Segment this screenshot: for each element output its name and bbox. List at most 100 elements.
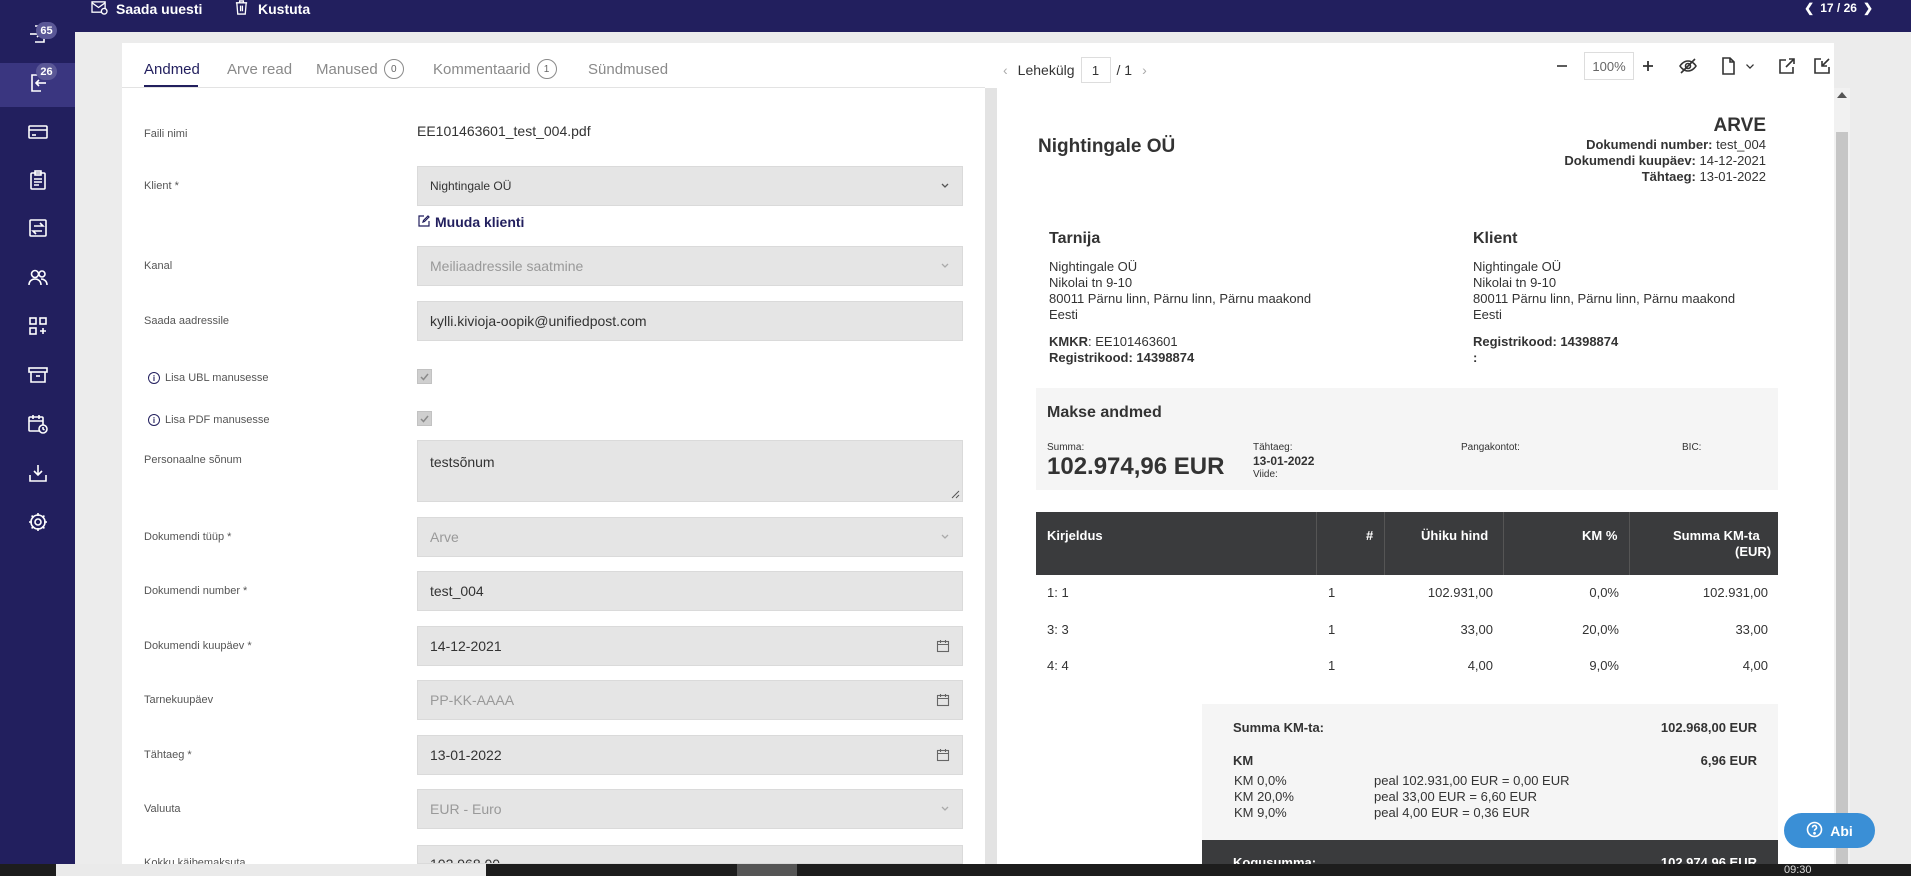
doc-type-select[interactable]: Arve xyxy=(417,517,963,557)
header-quantity: # xyxy=(1366,528,1374,543)
sidebar-item-incoming[interactable]: 65 xyxy=(0,14,75,58)
sidebar-item-exchange[interactable] xyxy=(0,208,75,252)
payment-sum-label: Summa: xyxy=(1047,442,1085,453)
delivery-date-input[interactable]: PP-KK-AAAA xyxy=(417,680,963,720)
info-icon[interactable]: i xyxy=(148,414,160,426)
zoom-level[interactable]: 100% xyxy=(1584,52,1634,80)
add-ubl-text: Lisa UBL manusesse xyxy=(165,372,269,384)
doc-number-input[interactable]: test_004 xyxy=(417,571,963,611)
sidebar-item-archive[interactable] xyxy=(0,355,75,399)
pager-label: 17 / 26 xyxy=(1820,1,1857,15)
channel-value: Meiliaadressile saatmine xyxy=(430,258,584,274)
channel-select[interactable]: Meiliaadressile saatmine xyxy=(417,246,963,286)
client-select[interactable]: Nightingale OÜ xyxy=(417,166,963,206)
supplier-street: Nikolai tn 9-10 xyxy=(1049,275,1133,290)
bank-label: Pangakontot: xyxy=(1461,442,1520,453)
chevron-right-icon[interactable]: ❯ xyxy=(1863,1,1873,15)
items-table-header xyxy=(1036,512,1778,575)
vat-rate: KM 0,0% xyxy=(1234,773,1287,788)
chevron-left-icon[interactable]: ‹ xyxy=(1003,62,1008,78)
incoming-count-badge: 65 xyxy=(36,22,57,39)
personal-message-value: testsõnum xyxy=(430,454,495,470)
zoom-in-icon[interactable] xyxy=(1637,55,1659,77)
document-icon[interactable] xyxy=(1717,55,1739,77)
chevron-down-icon[interactable] xyxy=(1743,55,1757,77)
tab-kommentaarid[interactable]: Kommentaarid 1 xyxy=(433,59,557,79)
total-excl-input[interactable]: 102.968,00 xyxy=(417,845,963,864)
sidebar-item-outgoing[interactable]: 26 xyxy=(0,63,75,107)
info-icon[interactable]: i xyxy=(148,372,160,384)
calendar-icon[interactable] xyxy=(936,639,950,653)
collapse-preview-icon[interactable] xyxy=(1811,55,1833,77)
vat-rate: KM 20,0% xyxy=(1234,789,1294,804)
add-ubl-checkbox[interactable] xyxy=(417,369,432,384)
sidebar-item-contacts[interactable] xyxy=(0,257,75,301)
row-description: 1: 1 xyxy=(1047,585,1069,600)
send-to-input[interactable]: kylli.kivioja-oopik@unifiedpost.com xyxy=(417,301,963,341)
doc-type-label: Dokumendi tüüp * xyxy=(144,531,232,543)
client-title: Klient xyxy=(1473,230,1518,247)
tab-manused[interactable]: Manused 0 xyxy=(316,59,404,79)
currency-value: EUR - Euro xyxy=(430,801,502,817)
invoice-meta: Dokumendi number: test_004 Dokumendi kuu… xyxy=(1564,137,1766,185)
help-button[interactable]: Abi xyxy=(1784,813,1875,848)
chevron-left-icon[interactable]: ❮ xyxy=(1804,1,1814,15)
users-icon xyxy=(26,265,50,294)
row-sum: 4,00 xyxy=(1742,658,1768,673)
client-ids: Registrikood: 14398874 : xyxy=(1473,334,1618,366)
scroll-up-icon[interactable] xyxy=(1837,92,1847,98)
add-pdf-checkbox[interactable] xyxy=(417,411,432,426)
personal-message-textarea[interactable]: testsõnum xyxy=(417,440,963,502)
taskbar-search-box[interactable] xyxy=(56,864,486,876)
change-client-link[interactable]: Muuda klienti xyxy=(418,214,524,230)
sidebar-item-scheduler[interactable] xyxy=(0,404,75,448)
tab-arve-read[interactable]: Arve read xyxy=(227,61,292,78)
calendar-icon[interactable] xyxy=(936,693,950,707)
hide-preview-icon[interactable] xyxy=(1677,55,1699,77)
document-pager: ❮ 17 / 26 ❯ xyxy=(1804,0,1873,16)
page-navigation: ‹ Lehekülg 1 / 1 › xyxy=(1003,57,1147,83)
zoom-out-icon[interactable] xyxy=(1551,55,1573,77)
sidebar-item-settings[interactable] xyxy=(0,502,75,546)
vat-breakdown-amounts: peal 102.931,00 EUR = 0,00 EUR peal 33,0… xyxy=(1374,773,1570,821)
chevron-down-icon xyxy=(941,806,949,811)
total-excl-value: 102.968,00 EUR xyxy=(1660,720,1757,735)
invoice-company: Nightingale OÜ xyxy=(1038,136,1176,157)
chevron-down-icon xyxy=(941,263,949,268)
doc-date-input[interactable]: 14-12-2021 xyxy=(417,626,963,666)
vat-total-value: 6,96 EUR xyxy=(1700,753,1757,768)
tab-andmed[interactable]: Andmed xyxy=(144,61,200,78)
panel-splitter[interactable] xyxy=(985,88,997,864)
resend-button[interactable]: Saada uuesti xyxy=(91,0,202,18)
resize-grip-icon[interactable] xyxy=(950,489,960,499)
taskbar-app-button[interactable] xyxy=(737,864,797,876)
sidebar-item-integrations[interactable] xyxy=(0,306,75,350)
tab-sundmused[interactable]: Sündmused xyxy=(588,61,668,78)
payment-sum: 102.974,96 EUR xyxy=(1047,453,1225,480)
mail-send-icon xyxy=(91,0,108,18)
page-number-input[interactable]: 1 xyxy=(1080,57,1111,83)
sidebar-item-payments[interactable] xyxy=(0,112,75,156)
preview-scrollbar-thumb[interactable] xyxy=(1836,132,1848,864)
file-name-value: EE101463601_test_004.pdf xyxy=(417,123,591,139)
due-date-input[interactable]: 13-01-2022 xyxy=(417,735,963,775)
delete-button[interactable]: Kustuta xyxy=(233,0,310,18)
sidebar-item-downloads[interactable] xyxy=(0,453,75,497)
app-window: 65 26 Saada uuesti Kustuta ❮ 17 / 26 ❯ A… xyxy=(0,0,1911,876)
chevron-right-icon[interactable]: › xyxy=(1142,62,1147,78)
add-pdf-label: i Lisa PDF manusesse xyxy=(148,414,270,426)
header-sum: Summa KM-ta xyxy=(1673,528,1760,543)
calendar-clock-icon xyxy=(26,412,50,441)
open-external-icon[interactable] xyxy=(1776,55,1798,77)
download-icon xyxy=(26,461,50,490)
transfer-icon xyxy=(26,216,50,245)
row-quantity: 1 xyxy=(1328,622,1336,637)
tab-label: Kommentaarid xyxy=(433,60,531,78)
doc-date-label: Dokumendi kuupäev: xyxy=(1564,153,1696,168)
grand-total-label: Kogusumma: xyxy=(1233,856,1317,864)
supplier-address: Nightingale OÜ Nikolai tn 9-10 80011 Pär… xyxy=(1049,259,1311,323)
sidebar-item-orders[interactable] xyxy=(0,160,75,204)
calendar-icon[interactable] xyxy=(936,748,950,762)
row-vat: 0,0% xyxy=(1589,585,1619,600)
currency-select[interactable]: EUR - Euro xyxy=(417,789,963,829)
